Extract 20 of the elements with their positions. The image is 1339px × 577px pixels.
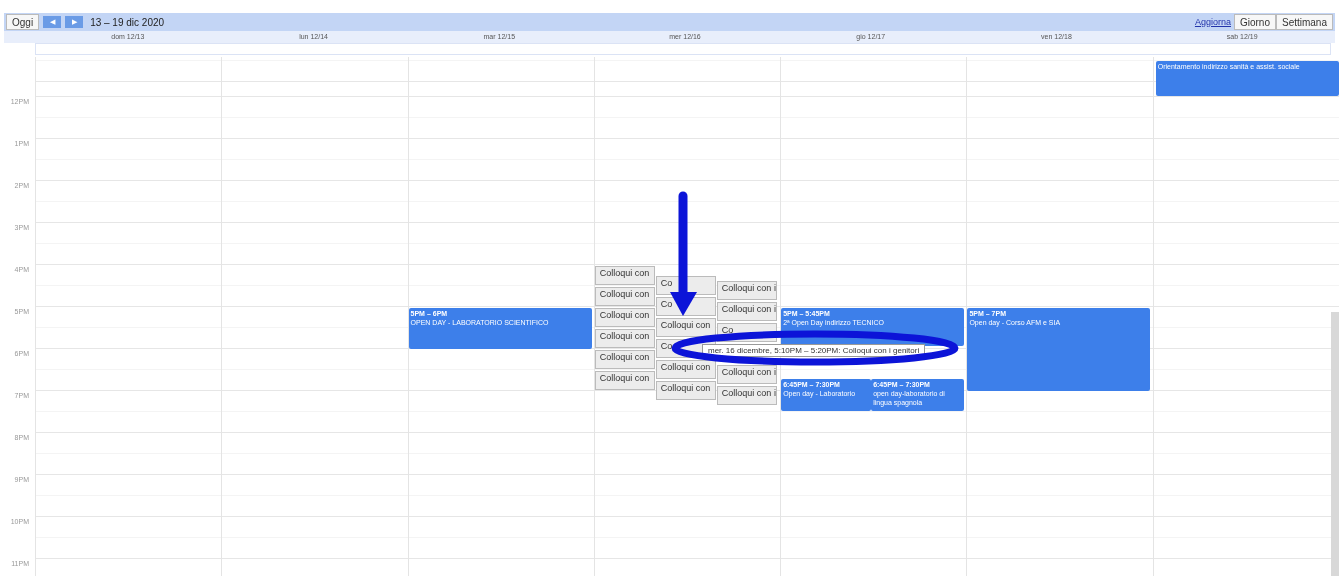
- appointment-chip[interactable]: Colloqui con i: [716, 302, 777, 321]
- appointment-chip[interactable]: Colloqui con i: [716, 365, 777, 384]
- appointment-chip[interactable]: Colloqui con: [594, 287, 655, 306]
- appointment-chip[interactable]: Colloqui con: [655, 360, 716, 379]
- event-tooltip: mer. 16 dicembre, 5:10PM – 5:20PM: Colloqui con i genitori: [702, 344, 926, 357]
- appointment-chip[interactable]: Colloqui con: [655, 318, 716, 337]
- appointment-chip[interactable]: Colloqui con: [594, 308, 655, 327]
- date-range: 13 – 19 dic 2020: [90, 16, 165, 28]
- appointment-chip[interactable]: Colloqui con: [594, 329, 655, 348]
- today-button[interactable]: Oggi: [6, 14, 40, 30]
- refresh-link[interactable]: Aggiorna: [1194, 17, 1231, 27]
- appointment-chip[interactable]: Colloqui con i: [716, 386, 777, 405]
- appointment-chip[interactable]: Colloqui con i: [716, 281, 777, 300]
- view-button[interactable]: Giorno: [1233, 14, 1276, 30]
- appointment-chip[interactable]: Colloqui con: [594, 266, 655, 285]
- view-button[interactable]: Settimana: [1275, 14, 1333, 30]
- appointment-chip[interactable]: Colloqui con: [594, 350, 655, 369]
- appointment-chip[interactable]: Colloqui con: [594, 371, 655, 390]
- scrollbar[interactable]: [1331, 312, 1339, 576]
- appointment-chip[interactable]: Colloqui con: [655, 381, 716, 400]
